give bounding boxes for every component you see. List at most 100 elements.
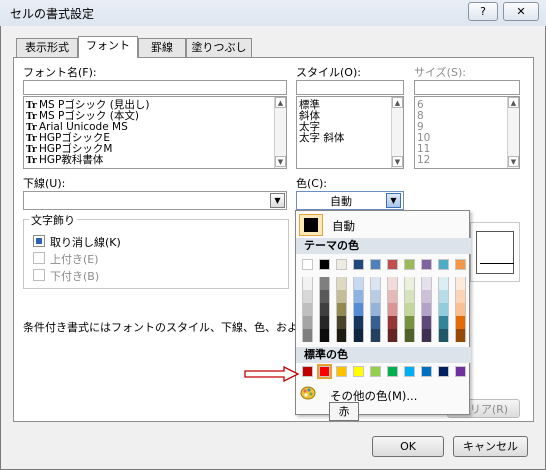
cancel-button[interactable]: キャンセル <box>453 436 528 457</box>
size-list-scrollbar[interactable]: ▲ ▼ <box>507 97 519 168</box>
size-input[interactable] <box>414 80 520 95</box>
theme-shade-swatch[interactable] <box>421 316 432 329</box>
theme-color-swatch[interactable] <box>353 259 364 270</box>
scroll-up-icon[interactable]: ▲ <box>275 97 286 108</box>
scroll-down-icon[interactable]: ▼ <box>275 156 286 167</box>
size-list-item[interactable]: 6 <box>415 100 507 111</box>
theme-shade-swatch[interactable] <box>438 303 449 316</box>
tab-border[interactable]: 罫線 <box>138 38 186 57</box>
theme-shade-swatch[interactable] <box>455 303 466 316</box>
theme-shade-swatch[interactable] <box>302 329 313 342</box>
theme-shade-swatch[interactable] <box>302 303 313 316</box>
theme-color-swatch[interactable] <box>319 259 330 270</box>
theme-shade-swatch[interactable] <box>353 316 364 329</box>
theme-shade-swatch[interactable] <box>387 329 398 342</box>
theme-shade-swatch[interactable] <box>455 316 466 329</box>
scroll-up-icon[interactable]: ▲ <box>508 97 519 108</box>
tab-number-format[interactable]: 表示形式 <box>16 38 78 57</box>
theme-shade-swatch[interactable] <box>438 316 449 329</box>
font-list-item[interactable]: Tr HGP教科書体 <box>24 155 274 167</box>
style-list[interactable]: 標準 斜体 太字 太字 斜体 ▲ ▼ <box>296 96 404 169</box>
theme-shade-swatch[interactable] <box>404 329 415 342</box>
size-list[interactable]: 6 8 9 10 11 12 ▲ ▼ <box>414 96 520 169</box>
theme-color-swatch[interactable] <box>404 259 415 270</box>
theme-shade-swatch[interactable] <box>319 303 330 316</box>
scroll-down-icon[interactable]: ▼ <box>392 156 403 167</box>
theme-color-swatch[interactable] <box>370 259 381 270</box>
theme-shade-swatch[interactable] <box>404 277 415 290</box>
underline-select[interactable]: ▼ <box>23 191 287 210</box>
theme-shade-swatch[interactable] <box>353 303 364 316</box>
scroll-up-icon[interactable]: ▲ <box>392 97 403 108</box>
theme-shade-swatch[interactable] <box>319 329 330 342</box>
standard-color-swatch[interactable] <box>353 366 364 377</box>
theme-shade-swatch[interactable] <box>370 316 381 329</box>
theme-shade-swatch[interactable] <box>319 316 330 329</box>
help-button[interactable]: ? <box>468 2 498 21</box>
theme-shade-swatch[interactable] <box>404 290 415 303</box>
standard-color-swatch[interactable] <box>317 364 332 379</box>
standard-color-swatch[interactable] <box>421 366 432 377</box>
theme-shade-swatch[interactable] <box>336 303 347 316</box>
size-list-item[interactable]: 12 <box>415 155 507 166</box>
font-name-input[interactable] <box>23 80 287 95</box>
standard-color-swatch[interactable] <box>336 366 347 377</box>
theme-shade-swatch[interactable] <box>370 303 381 316</box>
theme-shade-swatch[interactable] <box>438 290 449 303</box>
ok-button[interactable]: OK <box>372 436 444 457</box>
standard-color-swatch[interactable] <box>387 366 398 377</box>
theme-shade-swatch[interactable] <box>404 303 415 316</box>
theme-shade-swatch[interactable] <box>387 316 398 329</box>
theme-shade-swatch[interactable] <box>319 277 330 290</box>
scroll-down-icon[interactable]: ▼ <box>508 156 519 167</box>
theme-shade-swatch[interactable] <box>336 316 347 329</box>
font-name-list[interactable]: Tr MS Pゴシック (見出し) Tr MS Pゴシック (本文) Tr Arial U… <box>23 96 287 169</box>
font-list-scrollbar[interactable]: ▲ ▼ <box>274 97 286 168</box>
tab-fill[interactable]: 塗りつぶし <box>186 38 252 57</box>
theme-shade-swatch[interactable] <box>421 329 432 342</box>
theme-shade-swatch[interactable] <box>438 329 449 342</box>
subscript-checkbox[interactable] <box>33 269 45 281</box>
theme-shade-swatch[interactable] <box>370 290 381 303</box>
theme-shade-swatch[interactable] <box>302 316 313 329</box>
chevron-down-icon[interactable]: ▼ <box>270 193 285 208</box>
standard-color-swatch[interactable] <box>455 366 466 377</box>
theme-color-swatch[interactable] <box>421 259 432 270</box>
theme-shade-swatch[interactable] <box>387 290 398 303</box>
theme-shade-swatch[interactable] <box>302 290 313 303</box>
theme-shade-swatch[interactable] <box>319 290 330 303</box>
theme-shade-swatch[interactable] <box>404 316 415 329</box>
palette-icon[interactable] <box>300 386 320 402</box>
superscript-checkbox[interactable] <box>33 252 45 264</box>
theme-shade-swatch[interactable] <box>370 277 381 290</box>
standard-color-swatch[interactable] <box>370 366 381 377</box>
standard-color-swatch[interactable] <box>404 366 415 377</box>
auto-color-button[interactable] <box>299 214 323 236</box>
theme-shade-swatch[interactable] <box>421 277 432 290</box>
theme-shade-swatch[interactable] <box>438 277 449 290</box>
theme-shade-swatch[interactable] <box>353 290 364 303</box>
theme-shade-swatch[interactable] <box>336 329 347 342</box>
style-input[interactable] <box>296 80 404 95</box>
standard-color-swatch[interactable] <box>302 366 313 377</box>
theme-shade-swatch[interactable] <box>302 277 313 290</box>
theme-shade-swatch[interactable] <box>455 329 466 342</box>
theme-shade-swatch[interactable] <box>370 329 381 342</box>
strikethrough-checkbox[interactable] <box>33 235 45 247</box>
theme-color-swatch[interactable] <box>387 259 398 270</box>
close-button[interactable]: ✕ <box>503 2 539 21</box>
style-list-item[interactable]: 太字 斜体 <box>297 133 391 144</box>
theme-shade-swatch[interactable] <box>421 303 432 316</box>
color-select[interactable]: 自動 ▼ <box>296 191 404 210</box>
theme-shade-swatch[interactable] <box>455 277 466 290</box>
theme-color-swatch[interactable] <box>302 259 313 270</box>
chevron-down-icon[interactable]: ▼ <box>386 193 401 208</box>
theme-color-swatch[interactable] <box>336 259 347 270</box>
theme-shade-swatch[interactable] <box>455 290 466 303</box>
style-list-scrollbar[interactable]: ▲ ▼ <box>391 97 403 168</box>
tab-font[interactable]: フォント <box>78 36 138 58</box>
theme-shade-swatch[interactable] <box>387 303 398 316</box>
standard-color-swatch[interactable] <box>438 366 449 377</box>
theme-shade-swatch[interactable] <box>336 277 347 290</box>
theme-shade-swatch[interactable] <box>387 277 398 290</box>
